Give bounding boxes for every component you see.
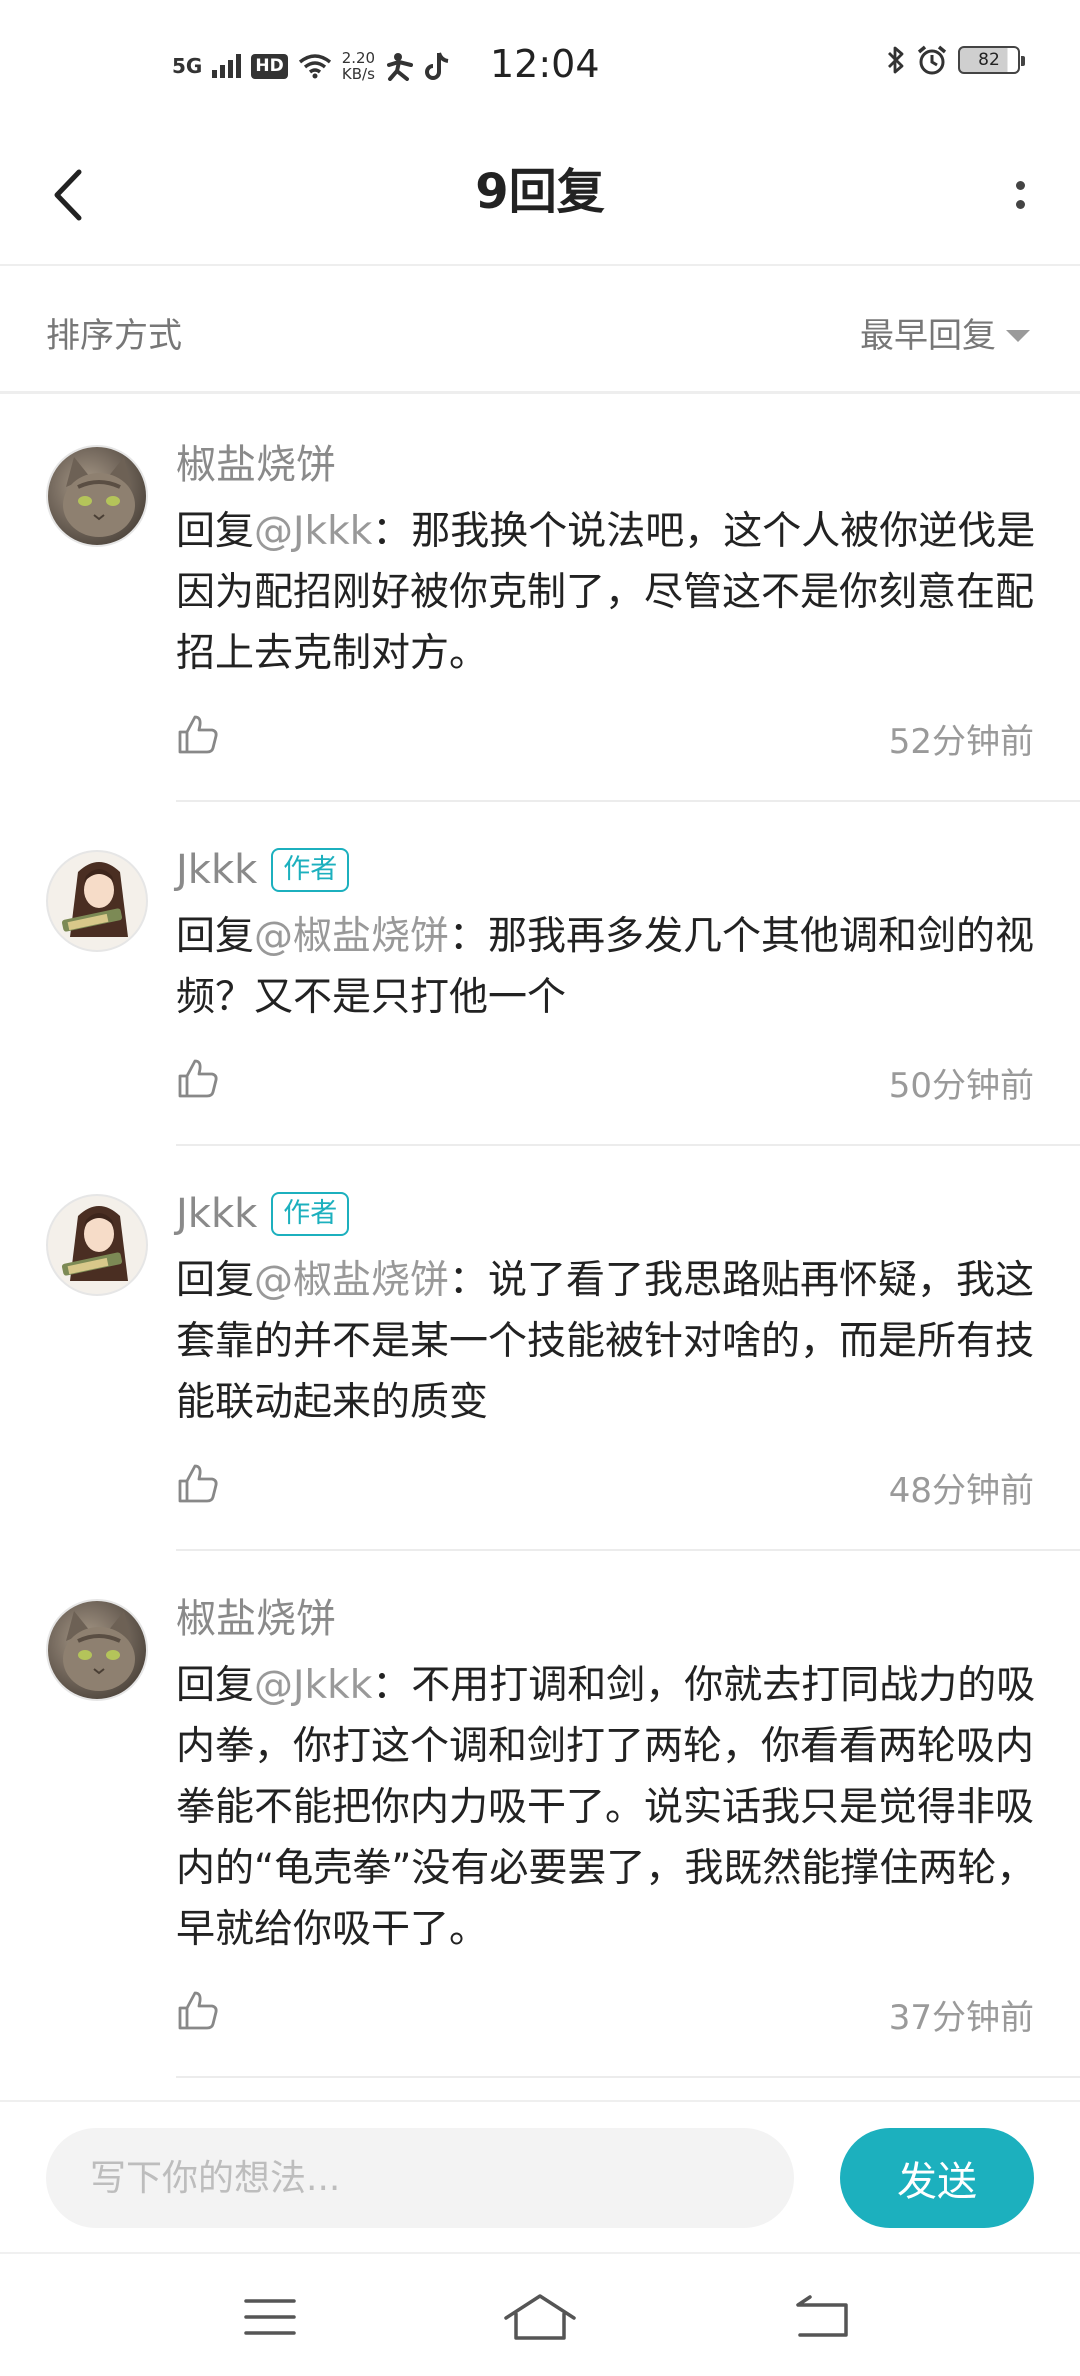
- home-icon: [504, 2294, 576, 2340]
- sort-selected-value: 最早回复: [860, 316, 996, 356]
- reply-header: 椒盐烧饼: [176, 1551, 1080, 1647]
- author-badge: 作者: [271, 1192, 350, 1236]
- reply-text: 回复@Jkkk：那我换个说法吧，这个人被你逆伐是因为配招刚好被你克制了，尽管这不…: [176, 501, 1080, 684]
- mention-link[interactable]: @Jkkk: [254, 509, 372, 554]
- clock: 12:04: [490, 42, 600, 86]
- return-icon: [796, 2295, 848, 2337]
- reply-text: 回复@椒盐烧饼：说了看了我思路贴再怀疑，我这套靠的并不是某一个技能被针对啥的，而…: [176, 1250, 1080, 1433]
- top-app-bar: 9回复: [0, 130, 1080, 266]
- status-right: 82: [886, 44, 1025, 76]
- send-button[interactable]: 发送: [840, 2128, 1034, 2228]
- reply-item[interactable]: Jkkk 作者 回复@椒盐烧饼：说了看了我思路贴再怀疑，我这套靠的并不是某一个技…: [46, 1146, 1080, 1551]
- page-title: 9回复: [475, 164, 605, 220]
- sort-bar: 排序方式 最早回复: [0, 268, 1080, 394]
- reply-item[interactable]: 椒盐烧饼 回复@Jkkk：那我换个说法吧，这个人被你逆伐是因为配招刚好被你克制了…: [46, 397, 1080, 802]
- reply-prefix: 回复: [176, 1663, 255, 1708]
- reply-timestamp: 48分钟前: [888, 1471, 1034, 1511]
- avatar[interactable]: [46, 850, 148, 952]
- caret-down-icon: [1006, 329, 1030, 342]
- more-options-button[interactable]: [990, 160, 1050, 230]
- reply-timestamp: 37分钟前: [888, 1998, 1034, 2038]
- reply-meta: 50分钟前: [176, 1028, 1080, 1124]
- reply-text: 回复@椒盐烧饼：那我再多发几个其他调和剑的视频？又不是只打他一个: [176, 906, 1080, 1028]
- reply-header: 椒盐烧饼: [176, 397, 1080, 493]
- status-bar: 5G HD 2.20 KB/s 12:04 82: [0, 0, 1080, 130]
- cat-avatar-image: [63, 457, 135, 537]
- mention-link[interactable]: @椒盐烧饼: [254, 1258, 449, 1303]
- reply-list[interactable]: 椒盐烧饼 回复@Jkkk：那我换个说法吧，这个人被你逆伐是因为配招刚好被你克制了…: [0, 397, 1080, 2099]
- status-left: 5G HD 2.20 KB/s: [172, 40, 451, 92]
- username[interactable]: 椒盐烧饼: [176, 1591, 336, 1647]
- more-dot: [1015, 200, 1025, 209]
- reply-timestamp: 50分钟前: [888, 1066, 1034, 1106]
- avatar[interactable]: [46, 1599, 148, 1701]
- reply-prefix: 回复: [176, 509, 255, 554]
- reply-text: 回复@Jkkk：不用打调和剑，你就去打同战力的吸内拳，你打这个调和剑打了两轮，你…: [176, 1655, 1080, 1960]
- mention-link[interactable]: @Jkkk: [254, 1663, 372, 1708]
- network-type: 5G: [172, 54, 203, 78]
- thumbs-up-icon[interactable]: [176, 712, 220, 756]
- thumbs-up-icon[interactable]: [176, 1461, 220, 1505]
- tiktok-icon: [425, 52, 449, 80]
- reply-prefix: 回复: [176, 914, 255, 959]
- hd-badge: HD: [251, 53, 288, 79]
- home-nav-button[interactable]: [500, 2282, 580, 2352]
- back-nav-button[interactable]: [782, 2282, 862, 2352]
- reply-header: Jkkk 作者: [176, 1146, 1080, 1242]
- reply-meta: 48分钟前: [176, 1433, 1080, 1529]
- reply-meta: 37分钟前: [176, 1960, 1080, 2056]
- cat-avatar-image: [63, 1611, 135, 1691]
- bluetooth-icon: [888, 46, 904, 74]
- anime-avatar-image: [61, 1206, 128, 1281]
- alarm-icon: [917, 45, 947, 75]
- battery-level: 82: [978, 50, 1000, 70]
- thumbs-up-icon[interactable]: [176, 1988, 220, 2032]
- username[interactable]: Jkkk: [176, 842, 257, 898]
- thumbs-up-icon[interactable]: [176, 1056, 220, 1100]
- app-notification-icon: [387, 53, 414, 81]
- reply-item[interactable]: 椒盐烧饼 回复@Jkkk：不用打调和剑，你就去打同战力的吸内拳，你打这个调和剑打…: [46, 1551, 1080, 2078]
- reply-input[interactable]: [46, 2128, 794, 2228]
- reply-meta: 52分钟前: [176, 684, 1080, 780]
- system-nav-bar: [0, 2252, 1080, 2376]
- anime-avatar-image: [61, 862, 128, 937]
- reply-timestamp: 52分钟前: [888, 722, 1034, 762]
- username[interactable]: 椒盐烧饼: [176, 437, 336, 493]
- battery-icon: 82: [958, 46, 1025, 74]
- mention-link[interactable]: @椒盐烧饼: [254, 914, 449, 959]
- sort-label: 排序方式: [46, 316, 182, 356]
- avatar[interactable]: [46, 1194, 148, 1296]
- author-badge: 作者: [271, 848, 350, 892]
- menu-nav-button[interactable]: [230, 2282, 310, 2352]
- menu-icon: [244, 2299, 296, 2335]
- username[interactable]: Jkkk: [176, 1186, 257, 1242]
- signal-icon: [212, 54, 242, 78]
- avatar[interactable]: [46, 445, 148, 547]
- wifi-icon: [298, 54, 331, 79]
- reply-prefix: 回复: [176, 1258, 255, 1303]
- reply-header: Jkkk 作者: [176, 802, 1080, 898]
- reply-item[interactable]: Jkkk 作者 回复@椒盐烧饼：那我再多发几个其他调和剑的视频？又不是只打他一个…: [46, 802, 1080, 1146]
- sort-dropdown[interactable]: 最早回复: [860, 308, 1030, 357]
- net-speed-unit: KB/s: [341, 65, 375, 83]
- net-speed: 2.20 KB/s: [342, 50, 375, 82]
- reply-composer: 发送: [0, 2100, 1080, 2252]
- more-dot: [1015, 181, 1025, 190]
